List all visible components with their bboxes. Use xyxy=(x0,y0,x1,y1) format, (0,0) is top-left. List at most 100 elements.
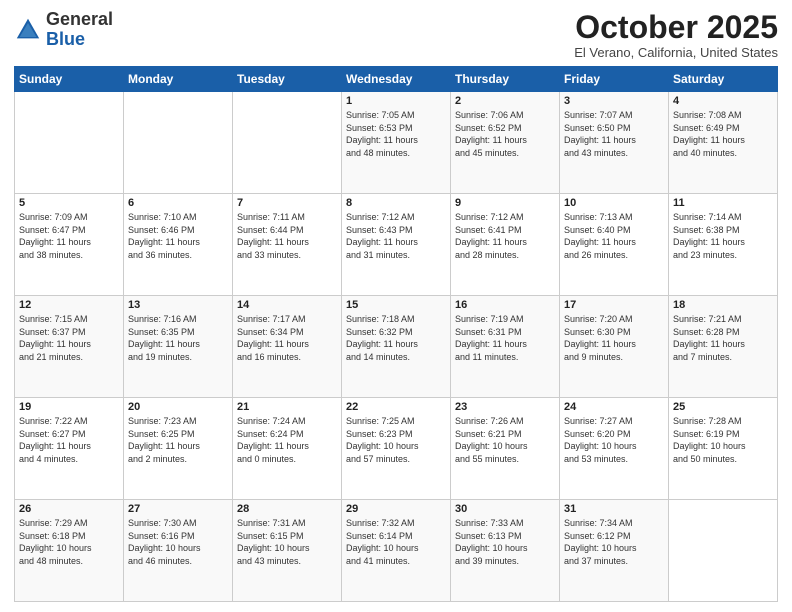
day-info: Sunrise: 7:09 AM Sunset: 6:47 PM Dayligh… xyxy=(19,211,119,261)
day-number: 14 xyxy=(237,299,337,311)
calendar-week-row: 12 Sunrise: 7:15 AM Sunset: 6:37 PM Dayli… xyxy=(15,296,778,398)
calendar-cell xyxy=(669,500,778,602)
calendar-cell: 16Sunrise: 7:19 AM Sunset: 6:31 PM Dayli… xyxy=(451,296,560,398)
day-number: 27 xyxy=(128,503,228,515)
day-info: Sunrise: 7:13 AM Sunset: 6:40 PM Dayligh… xyxy=(564,211,664,261)
day-number: 22 xyxy=(346,401,446,413)
calendar-header-thursday: Thursday xyxy=(451,67,560,92)
calendar-week-row: 1 Sunrise: 7:05 AM Sunset: 6:53 PM Daylig… xyxy=(15,92,778,194)
day-number: 11 xyxy=(673,197,773,209)
calendar-cell: 29 Sunrise: 7:32 AM Sunset: 6:14 PM Dayli… xyxy=(342,500,451,602)
day-number: 29 xyxy=(346,503,446,515)
day-info: Sunrise: 7:17 AM Sunset: 6:34 PM Dayligh… xyxy=(237,313,337,363)
calendar-header-row: SundayMondayTuesdayWednesdayThursdayFrid… xyxy=(15,67,778,92)
logo-blue: Blue xyxy=(46,29,85,49)
day-number: 5 xyxy=(19,197,119,209)
day-info: Sunrise: 7:22 AM Sunset: 6:27 PM Dayligh… xyxy=(19,415,119,465)
calendar-cell: 8Sunrise: 7:12 AM Sunset: 6:43 PM Daylig… xyxy=(342,194,451,296)
subtitle: El Verano, California, United States xyxy=(574,45,778,60)
day-info: Sunrise: 7:08 AM Sunset: 6:49 PM Dayligh… xyxy=(673,109,773,159)
logo-icon xyxy=(14,16,42,44)
calendar-cell: 6 Sunrise: 7:10 AM Sunset: 6:46 PM Daylig… xyxy=(124,194,233,296)
day-number: 6 xyxy=(128,197,228,209)
day-info: Sunrise: 7:12 AM Sunset: 6:43 PM Dayligh… xyxy=(346,211,446,261)
day-number: 13 xyxy=(128,299,228,311)
day-info: Sunrise: 7:11 AM Sunset: 6:44 PM Dayligh… xyxy=(237,211,337,261)
day-number: 18 xyxy=(673,299,773,311)
day-number: 30 xyxy=(455,503,555,515)
day-info: Sunrise: 7:10 AM Sunset: 6:46 PM Dayligh… xyxy=(128,211,228,261)
logo-text: General Blue xyxy=(46,10,113,50)
page: General Blue October 2025 El Verano, Cal… xyxy=(0,0,792,612)
day-info: Sunrise: 7:16 AM Sunset: 6:35 PM Dayligh… xyxy=(128,313,228,363)
day-number: 4 xyxy=(673,95,773,107)
day-info: Sunrise: 7:28 AM Sunset: 6:19 PM Dayligh… xyxy=(673,415,773,465)
day-number: 10 xyxy=(564,197,664,209)
day-number: 9 xyxy=(455,197,555,209)
day-number: 31 xyxy=(564,503,664,515)
day-info: Sunrise: 7:07 AM Sunset: 6:50 PM Dayligh… xyxy=(564,109,664,159)
calendar-cell: 25 Sunrise: 7:28 AM Sunset: 6:19 PM Dayli… xyxy=(669,398,778,500)
day-info: Sunrise: 7:06 AM Sunset: 6:52 PM Dayligh… xyxy=(455,109,555,159)
calendar-header-monday: Monday xyxy=(124,67,233,92)
day-number: 17 xyxy=(564,299,664,311)
day-info: Sunrise: 7:30 AM Sunset: 6:16 PM Dayligh… xyxy=(128,517,228,567)
calendar-header-sunday: Sunday xyxy=(15,67,124,92)
calendar-cell: 28Sunrise: 7:31 AM Sunset: 6:15 PM Dayli… xyxy=(233,500,342,602)
calendar-cell: 27 Sunrise: 7:30 AM Sunset: 6:16 PM Dayli… xyxy=(124,500,233,602)
calendar-cell: 14 Sunrise: 7:17 AM Sunset: 6:34 PM Dayli… xyxy=(233,296,342,398)
header: General Blue October 2025 El Verano, Cal… xyxy=(14,10,778,60)
day-info: Sunrise: 7:29 AM Sunset: 6:18 PM Dayligh… xyxy=(19,517,119,567)
day-info: Sunrise: 7:24 AM Sunset: 6:24 PM Dayligh… xyxy=(237,415,337,465)
calendar-cell: 7 Sunrise: 7:11 AM Sunset: 6:44 PM Daylig… xyxy=(233,194,342,296)
day-number: 19 xyxy=(19,401,119,413)
day-number: 3 xyxy=(564,95,664,107)
calendar-week-row: 19 Sunrise: 7:22 AM Sunset: 6:27 PM Dayli… xyxy=(15,398,778,500)
calendar-cell: 4 Sunrise: 7:08 AM Sunset: 6:49 PM Daylig… xyxy=(669,92,778,194)
calendar-cell: 9Sunrise: 7:12 AM Sunset: 6:41 PM Daylig… xyxy=(451,194,560,296)
calendar-cell: 30 Sunrise: 7:33 AM Sunset: 6:13 PM Dayli… xyxy=(451,500,560,602)
day-number: 26 xyxy=(19,503,119,515)
calendar-header-friday: Friday xyxy=(560,67,669,92)
day-info: Sunrise: 7:23 AM Sunset: 6:25 PM Dayligh… xyxy=(128,415,228,465)
calendar-cell: 3 Sunrise: 7:07 AM Sunset: 6:50 PM Daylig… xyxy=(560,92,669,194)
day-number: 15 xyxy=(346,299,446,311)
calendar-cell: 24Sunrise: 7:27 AM Sunset: 6:20 PM Dayli… xyxy=(560,398,669,500)
calendar-cell: 10 Sunrise: 7:13 AM Sunset: 6:40 PM Dayli… xyxy=(560,194,669,296)
day-info: Sunrise: 7:18 AM Sunset: 6:32 PM Dayligh… xyxy=(346,313,446,363)
calendar-cell xyxy=(15,92,124,194)
calendar-cell: 15 Sunrise: 7:18 AM Sunset: 6:32 PM Dayli… xyxy=(342,296,451,398)
calendar-cell: 13 Sunrise: 7:16 AM Sunset: 6:35 PM Dayli… xyxy=(124,296,233,398)
day-number: 20 xyxy=(128,401,228,413)
day-number: 25 xyxy=(673,401,773,413)
day-info: Sunrise: 7:14 AM Sunset: 6:38 PM Dayligh… xyxy=(673,211,773,261)
calendar-cell: 11 Sunrise: 7:14 AM Sunset: 6:38 PM Dayli… xyxy=(669,194,778,296)
day-number: 24 xyxy=(564,401,664,413)
day-info: Sunrise: 7:33 AM Sunset: 6:13 PM Dayligh… xyxy=(455,517,555,567)
day-number: 2 xyxy=(455,95,555,107)
day-number: 12 xyxy=(19,299,119,311)
calendar-header-tuesday: Tuesday xyxy=(233,67,342,92)
calendar-cell: 26 Sunrise: 7:29 AM Sunset: 6:18 PM Dayli… xyxy=(15,500,124,602)
day-info: Sunrise: 7:32 AM Sunset: 6:14 PM Dayligh… xyxy=(346,517,446,567)
calendar-header-saturday: Saturday xyxy=(669,67,778,92)
calendar-cell: 23Sunrise: 7:26 AM Sunset: 6:21 PM Dayli… xyxy=(451,398,560,500)
day-info: Sunrise: 7:25 AM Sunset: 6:23 PM Dayligh… xyxy=(346,415,446,465)
calendar-week-row: 26 Sunrise: 7:29 AM Sunset: 6:18 PM Dayli… xyxy=(15,500,778,602)
calendar-cell: 2 Sunrise: 7:06 AM Sunset: 6:52 PM Daylig… xyxy=(451,92,560,194)
day-info: Sunrise: 7:26 AM Sunset: 6:21 PM Dayligh… xyxy=(455,415,555,465)
calendar-cell xyxy=(233,92,342,194)
calendar-cell: 17Sunrise: 7:20 AM Sunset: 6:30 PM Dayli… xyxy=(560,296,669,398)
day-number: 28 xyxy=(237,503,337,515)
day-info: Sunrise: 7:15 AM Sunset: 6:37 PM Dayligh… xyxy=(19,313,119,363)
day-info: Sunrise: 7:05 AM Sunset: 6:53 PM Dayligh… xyxy=(346,109,446,159)
calendar-cell: 5 Sunrise: 7:09 AM Sunset: 6:47 PM Daylig… xyxy=(15,194,124,296)
calendar-cell: 18Sunrise: 7:21 AM Sunset: 6:28 PM Dayli… xyxy=(669,296,778,398)
day-info: Sunrise: 7:34 AM Sunset: 6:12 PM Dayligh… xyxy=(564,517,664,567)
calendar-cell: 12 Sunrise: 7:15 AM Sunset: 6:37 PM Dayli… xyxy=(15,296,124,398)
calendar-cell: 1 Sunrise: 7:05 AM Sunset: 6:53 PM Daylig… xyxy=(342,92,451,194)
day-number: 7 xyxy=(237,197,337,209)
day-number: 21 xyxy=(237,401,337,413)
logo-general: General xyxy=(46,9,113,29)
day-number: 1 xyxy=(346,95,446,107)
